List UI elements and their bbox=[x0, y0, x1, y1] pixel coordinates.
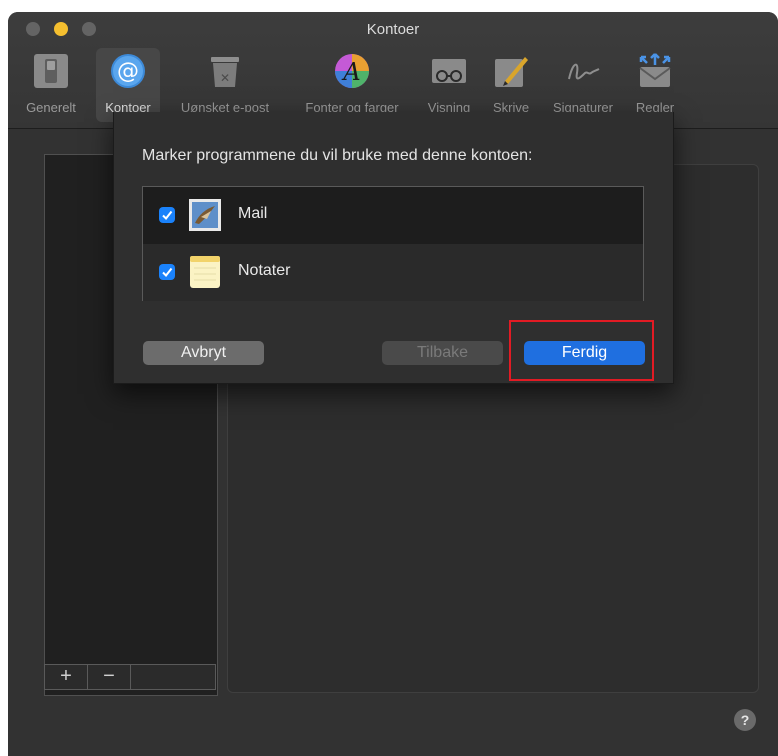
app-name: Notater bbox=[238, 262, 291, 279]
glasses-icon bbox=[432, 59, 466, 83]
rules-icon bbox=[639, 53, 671, 87]
add-account-button[interactable]: + bbox=[45, 665, 88, 689]
svg-text:A: A bbox=[341, 58, 360, 86]
trash-icon: ✕ bbox=[211, 57, 239, 87]
checkmark-icon bbox=[162, 210, 173, 221]
cancel-button[interactable]: Avbryt bbox=[143, 341, 264, 365]
toolbar-item-fonter-og-farger[interactable]: A Fonter og farger bbox=[291, 48, 413, 122]
checkmark-icon bbox=[162, 267, 173, 278]
mail-checkbox[interactable] bbox=[159, 207, 175, 223]
toolbar-item-generelt[interactable]: Generelt bbox=[18, 48, 84, 122]
remove-account-button[interactable]: − bbox=[88, 665, 131, 689]
toolbar-item-regler[interactable]: Regler bbox=[627, 48, 683, 122]
toolbar-item-kontoer[interactable]: @ Kontoer bbox=[96, 48, 160, 122]
switch-icon bbox=[34, 54, 68, 88]
pen-icon bbox=[495, 57, 528, 87]
svg-text:@: @ bbox=[117, 59, 139, 84]
done-button-highlight bbox=[509, 320, 654, 381]
toolbar-item-signaturer[interactable]: Signaturer bbox=[541, 48, 625, 122]
list-item-notater[interactable]: Notater bbox=[143, 244, 643, 301]
notes-icon bbox=[190, 256, 220, 288]
app-name: Mail bbox=[238, 205, 268, 222]
sheet-title: Marker programmene du vil bruke med denn… bbox=[142, 147, 533, 164]
at-icon: @ bbox=[111, 54, 145, 88]
help-button[interactable]: ? bbox=[734, 709, 756, 731]
signature-icon bbox=[568, 63, 600, 80]
font-color-icon: A bbox=[335, 54, 369, 88]
window-title: Kontoer bbox=[366, 21, 420, 38]
list-item-mail[interactable]: Mail bbox=[143, 187, 643, 244]
toolbar-label: Generelt bbox=[26, 100, 76, 115]
toolbar-item-uonsket-epost[interactable]: ✕ Uønsket e-post bbox=[165, 48, 285, 122]
app-list: Mail Notater bbox=[142, 186, 644, 301]
back-button[interactable]: Tilbake bbox=[382, 341, 503, 365]
account-list-buttons: + − bbox=[44, 664, 216, 690]
svg-text:✕: ✕ bbox=[220, 71, 230, 85]
mail-stamp-icon bbox=[189, 199, 221, 231]
toolbar-item-visning[interactable]: Visning bbox=[418, 48, 480, 122]
notater-checkbox[interactable] bbox=[159, 264, 175, 280]
toolbar-item-skrive[interactable]: Skrive bbox=[483, 48, 539, 122]
